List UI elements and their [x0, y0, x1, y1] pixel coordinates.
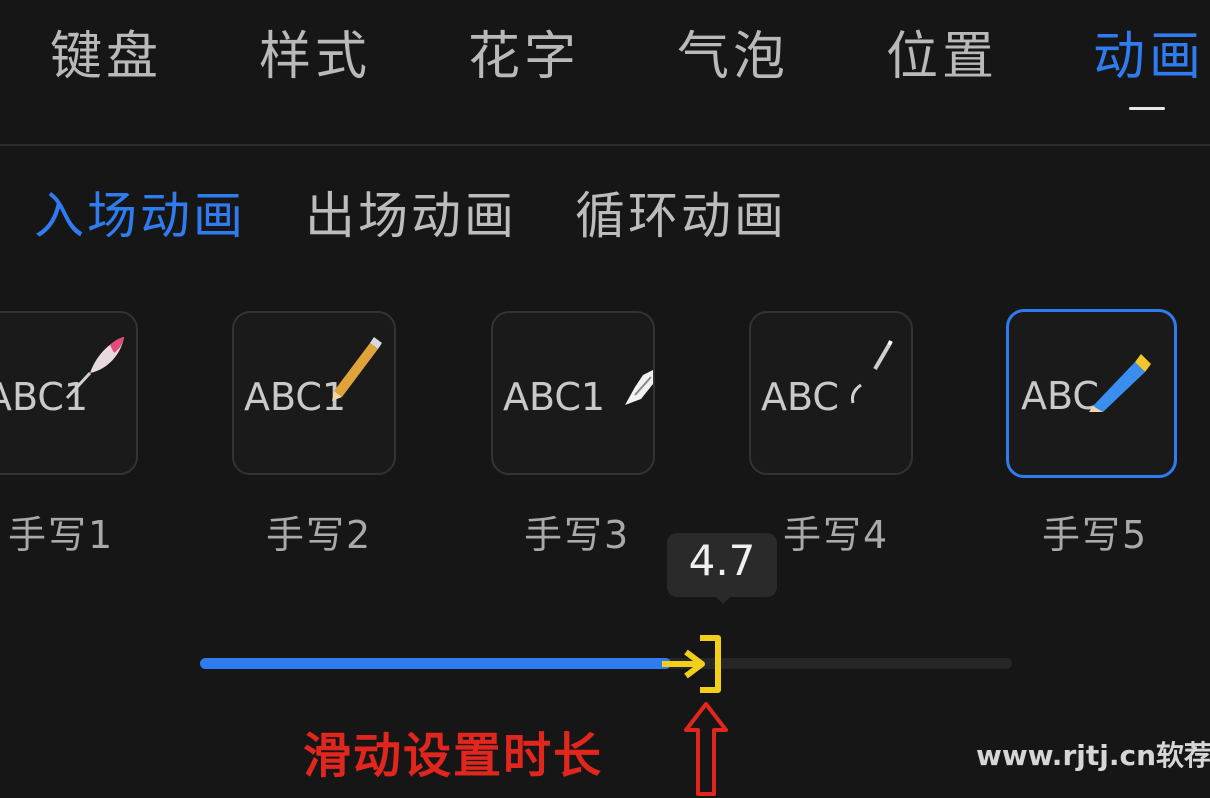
active-tab-indicator — [1129, 107, 1165, 110]
animation-card-handwrite-3[interactable]: ABC1 — [491, 311, 655, 475]
animation-label: 手写1 — [8, 513, 115, 557]
pen-icon — [851, 340, 893, 404]
top-tab-bar: 键盘 样式 花字 气泡 位置 动画 — [0, 0, 1210, 144]
blue-pencil-icon — [1089, 354, 1151, 412]
animation-card-handwrite-2[interactable]: ABC1 — [232, 311, 396, 475]
tab-fancy-text[interactable]: 花字 — [468, 22, 580, 92]
pencil-icon — [332, 337, 382, 401]
animation-label: 手写5 — [1042, 513, 1149, 557]
animation-label: 手写2 — [266, 513, 373, 557]
subtab-entrance-animation[interactable]: 入场动画 — [34, 184, 246, 248]
card-preview-text: ABC — [761, 375, 839, 419]
tooltip-arrow — [712, 593, 734, 604]
animation-label: 手写3 — [524, 513, 631, 557]
up-arrow-icon — [684, 702, 728, 796]
tab-animation[interactable]: 动画 — [1093, 22, 1205, 92]
slider-value: 4.7 — [688, 536, 756, 585]
subtab-exit-animation[interactable]: 出场动画 — [305, 184, 517, 248]
tab-keyboard[interactable]: 键盘 — [50, 22, 162, 92]
tab-bubble[interactable]: 气泡 — [677, 22, 789, 92]
tab-style[interactable]: 样式 — [259, 22, 371, 92]
slider-handle[interactable] — [660, 634, 730, 694]
animation-label: 手写4 — [783, 513, 890, 557]
duration-slider-fill — [200, 658, 671, 669]
card-preview-text: ABC1 — [503, 375, 606, 419]
animation-card-handwrite-4[interactable]: ABC — [749, 311, 913, 475]
tab-position[interactable]: 位置 — [886, 22, 998, 92]
watermark: www.rjtj.cn软荐网 — [976, 739, 1210, 772]
annotation-text: 滑动设置时长 — [303, 728, 604, 784]
quill-icon — [65, 337, 124, 400]
animation-card-handwrite-5[interactable]: ABC — [1006, 309, 1177, 478]
animation-card-handwrite-1[interactable]: ABC1 — [0, 311, 138, 475]
divider — [0, 144, 1210, 146]
hand-writing-icon — [625, 370, 653, 405]
subtab-loop-animation[interactable]: 循环动画 — [575, 184, 787, 248]
